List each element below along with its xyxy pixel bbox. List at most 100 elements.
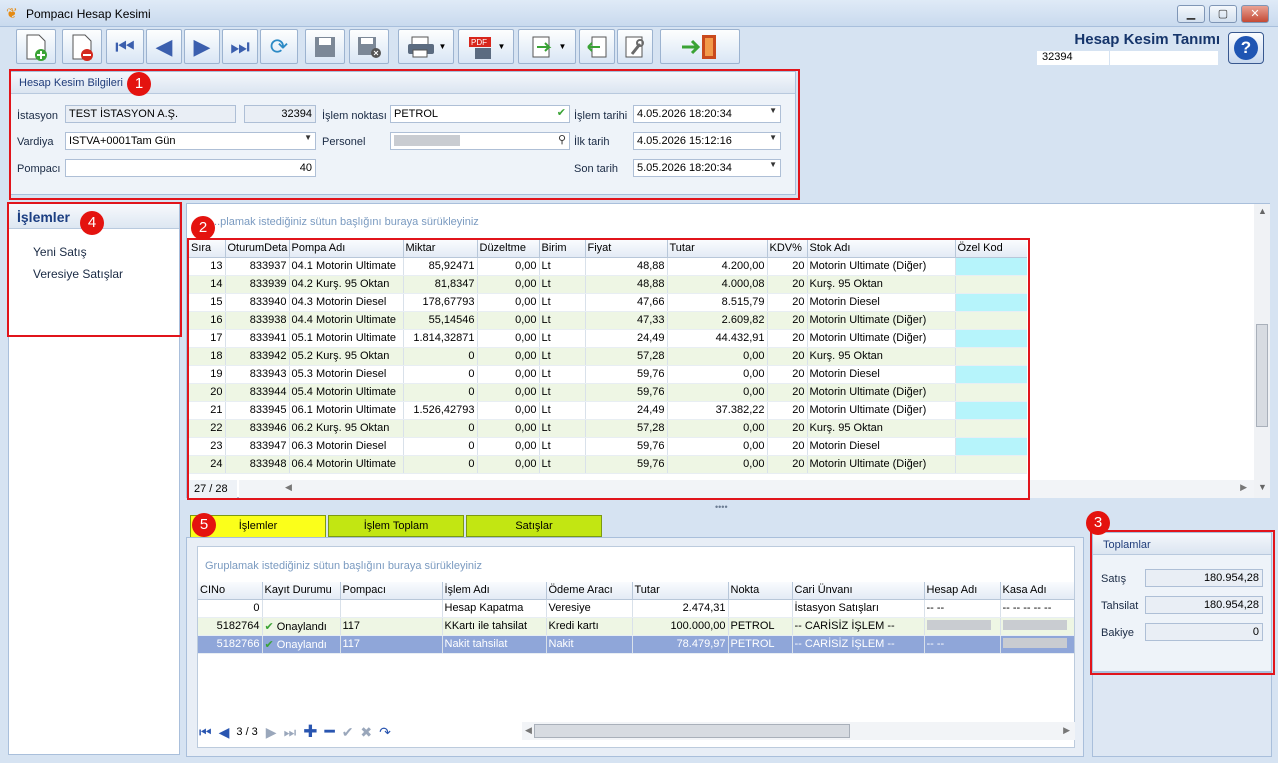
table-cell	[1000, 635, 1074, 654]
grid1-header[interactable]: Miktar	[403, 240, 478, 258]
maximize-button[interactable]: ▢	[1209, 5, 1237, 23]
grid1-header[interactable]: Özel Kod	[955, 240, 1027, 258]
table-row[interactable]: 13 833937 04.1 Motorin Ultimate 85,92471 0,0…	[189, 257, 1027, 276]
grid2-header[interactable]: Kasa Adı	[1000, 582, 1074, 600]
refresh-button[interactable]: ⟳	[260, 29, 298, 64]
table-cell: Motorin Ultimate (Diğer)	[807, 329, 956, 348]
grid2-header[interactable]: Ödeme Aracı	[546, 582, 633, 600]
grid1-header[interactable]: Fiyat	[585, 240, 668, 258]
export-button[interactable]: ▼	[518, 29, 576, 64]
table-cell: Lt	[539, 293, 586, 312]
minus-icon[interactable]: ━	[324, 722, 334, 742]
table-row[interactable]: 19 833943 05.3 Motorin Diesel 0 0,00 Lt 59,76 0…	[189, 365, 1027, 384]
table-row[interactable]: 20 833944 05.4 Motorin Ultimate 0 0,00 Lt 59,7…	[189, 383, 1027, 402]
table-cell	[955, 383, 1027, 402]
vardiya-select[interactable]: ISTVA+0001Tam Gün ▼	[65, 132, 316, 150]
grid1-hscroll[interactable]: ◀ ▶	[239, 480, 1254, 498]
table-cell: 178,67793	[403, 293, 478, 312]
grid2-header[interactable]: İşlem Adı	[442, 582, 547, 600]
table-row[interactable]: 0 Hesap Kapatma Veresiye 2.474,31 İstasyon S…	[198, 599, 1074, 618]
grid1-header[interactable]: Düzeltme	[477, 240, 540, 258]
first-icon[interactable]: ⏮	[199, 724, 212, 741]
table-row[interactable]: 15 833940 04.3 Motorin Diesel 178,67793 0,00…	[189, 293, 1027, 312]
last-icon[interactable]: ⏭	[284, 724, 297, 741]
grid1-header[interactable]: Tutar	[667, 240, 768, 258]
last-record-button[interactable]: ⏭	[222, 29, 258, 64]
menu-item-veresiye-satislar[interactable]: Veresiye Satışlar	[33, 267, 123, 281]
table-cell: 06.1 Motorin Ultimate	[289, 401, 404, 420]
grid2-header[interactable]: Kayıt Durumu	[262, 582, 341, 600]
table-row[interactable]: 5182766 ✔ Onaylandı 117 Nakit tahsilat Nakit 7…	[198, 635, 1074, 654]
grid2-header[interactable]: Nokta	[728, 582, 793, 600]
table-cell: 59,76	[585, 365, 668, 384]
istasyon-field[interactable]: TEST İSTASYON A.Ş.	[65, 105, 236, 123]
islem-tarihi-field[interactable]: 4.05.2026 18:20:34 ▼	[633, 105, 781, 123]
grid2-header[interactable]: CINo	[198, 582, 263, 600]
table-row[interactable]: 23 833947 06.3 Motorin Diesel 0 0,00 Lt 59,76 0…	[189, 437, 1027, 456]
import-button[interactable]	[579, 29, 615, 64]
grid1-vscroll[interactable]: ▲ ▼	[1254, 204, 1270, 498]
table-row[interactable]: 22 833946 06.2 Kurş. 95 Oktan 0 0,00 Lt 57,28 0…	[189, 419, 1027, 438]
next-record-button[interactable]: ▶	[184, 29, 220, 64]
grid1-header[interactable]: Pompa Adı	[289, 240, 404, 258]
table-row[interactable]: 17 833941 05.1 Motorin Ultimate 1.814,32871…	[189, 329, 1027, 348]
save-cancel-button[interactable]	[349, 29, 389, 64]
cancel-icon[interactable]: ✖	[360, 724, 372, 741]
pompaci-field[interactable]: 40	[65, 159, 316, 177]
help-button[interactable]: ?	[1228, 32, 1264, 64]
tab-islem-toplam[interactable]: İşlem Toplam	[328, 515, 464, 537]
table-cell: Kredi kartı	[546, 617, 633, 636]
grid1-header[interactable]: Birim	[539, 240, 586, 258]
redo-icon[interactable]: ↷	[379, 724, 391, 741]
grid2-header[interactable]: Tutar	[632, 582, 729, 600]
istasyon-code-field[interactable]: 32394	[244, 105, 316, 123]
print-button[interactable]: ▼	[398, 29, 454, 64]
delete-button[interactable]	[62, 29, 102, 64]
islem-noktasi-field[interactable]: PETROL ✔	[390, 105, 570, 123]
table-row[interactable]: 16 833938 04.4 Motorin Ultimate 55,14546 0,0…	[189, 311, 1027, 330]
grid2-header[interactable]: Cari Ünvanı	[792, 582, 925, 600]
search-person-icon: ⚲	[557, 134, 566, 146]
personel-field[interactable]: ⚲	[390, 132, 570, 150]
table-cell: 5182764	[198, 617, 263, 636]
next-icon[interactable]: ▶	[266, 724, 277, 741]
table-row[interactable]: 21 833945 06.1 Motorin Ultimate 1.526,42793…	[189, 401, 1027, 420]
new-button[interactable]	[16, 29, 56, 64]
previous-icon[interactable]: ◀	[219, 724, 230, 741]
save-button[interactable]	[305, 29, 345, 64]
exit-button[interactable]	[660, 29, 740, 64]
first-record-button[interactable]: ⏮	[106, 29, 144, 64]
ilk-tarih-field[interactable]: 4.05.2026 15:12:16 ▼	[633, 132, 781, 150]
table-row[interactable]: 24 833948 06.4 Motorin Ultimate 0 0,00 Lt 59,7…	[189, 455, 1027, 474]
tab-satislar[interactable]: Satışlar	[466, 515, 602, 537]
grid1-header[interactable]: KDV%	[767, 240, 808, 258]
grid1-header[interactable]: Stok Adı	[807, 240, 956, 258]
table-cell: -- --	[924, 635, 1001, 654]
minimize-button[interactable]: ▁	[1177, 5, 1205, 23]
previous-record-button[interactable]: ◀	[146, 29, 182, 64]
table-cell: 05.2 Kurş. 95 Oktan	[289, 347, 404, 366]
pdf-export-button[interactable]: PDF ▼	[458, 29, 514, 64]
close-button[interactable]: ✕	[1241, 5, 1269, 23]
table-cell: 13	[189, 257, 226, 276]
plus-icon[interactable]: ✚	[303, 722, 317, 742]
grid2-header[interactable]: Hesap Adı	[924, 582, 1001, 600]
totals-title: Toplamlar	[1103, 539, 1151, 551]
splitter-grip[interactable]: ••••	[715, 502, 728, 512]
grid1-header[interactable]: OturumDeta	[225, 240, 290, 258]
son-tarih-field[interactable]: 5.05.2026 18:20:34 ▼	[633, 159, 781, 177]
table-row[interactable]: 5182764 ✔ Onaylandı 117 KKartı ile tahsilat K…	[198, 617, 1074, 636]
table-row[interactable]: 14 833939 04.2 Kurş. 95 Oktan 81,8347 0,00 Lt…	[189, 275, 1027, 294]
table-cell: 20	[767, 365, 808, 384]
table-row[interactable]: 18 833942 05.2 Kurş. 95 Oktan 0 0,00 Lt 57,28 0…	[189, 347, 1027, 366]
menu-item-yeni-satis[interactable]: Yeni Satış	[33, 245, 87, 259]
table-cell: 19	[189, 365, 226, 384]
save-cancel-icon	[358, 36, 381, 58]
check-icon[interactable]: ✔	[342, 724, 354, 741]
scroll-right-icon: ▶	[1063, 725, 1070, 735]
grid1-header[interactable]: Sıra	[189, 240, 226, 258]
grid1-pager: 27 / 28	[189, 480, 237, 498]
grid2-hscroll[interactable]: ◀ ▶	[522, 722, 1075, 740]
grid2-header[interactable]: Pompacı	[340, 582, 443, 600]
tools-button[interactable]	[617, 29, 653, 64]
